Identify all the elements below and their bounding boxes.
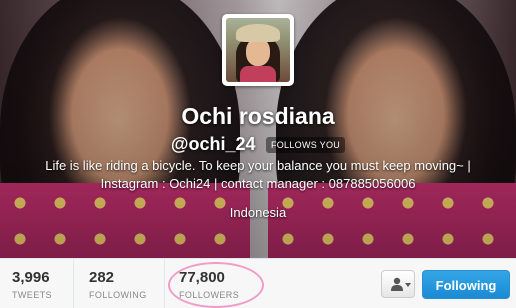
following-label: FOLLOWING xyxy=(89,290,147,300)
tweets-label: TWEETS xyxy=(12,290,52,300)
tweets-count: 3,996 xyxy=(12,269,50,286)
person-icon xyxy=(391,277,403,291)
profile-card: Ochi rosdiana @ochi_24 FOLLOWS YOU Life … xyxy=(0,0,516,308)
chevron-down-icon xyxy=(405,283,411,287)
profile-handle[interactable]: @ochi_24 xyxy=(171,134,256,155)
following-count: 282 xyxy=(89,269,115,286)
avatar[interactable] xyxy=(222,14,294,86)
avatar-image xyxy=(226,18,290,82)
stat-following[interactable]: 282 FOLLOWING xyxy=(73,259,164,308)
profile-location: Indonesia xyxy=(229,205,287,220)
stat-followers[interactable]: 77,800 FOLLOWERS xyxy=(164,259,265,308)
following-button[interactable]: Following xyxy=(422,270,510,299)
followers-count: 77,800 xyxy=(179,269,225,286)
stat-tweets[interactable]: 3,996 TWEETS xyxy=(0,259,72,308)
follows-you-badge: FOLLOWS YOU xyxy=(265,136,346,153)
user-actions-dropdown[interactable] xyxy=(381,270,415,298)
followers-label: FOLLOWERS xyxy=(179,290,240,300)
profile-name: Ochi rosdiana xyxy=(181,103,335,129)
handle-row: @ochi_24 FOLLOWS YOU xyxy=(0,134,516,155)
profile-bio: Life is like riding a bicycle. To keep y… xyxy=(45,158,471,191)
